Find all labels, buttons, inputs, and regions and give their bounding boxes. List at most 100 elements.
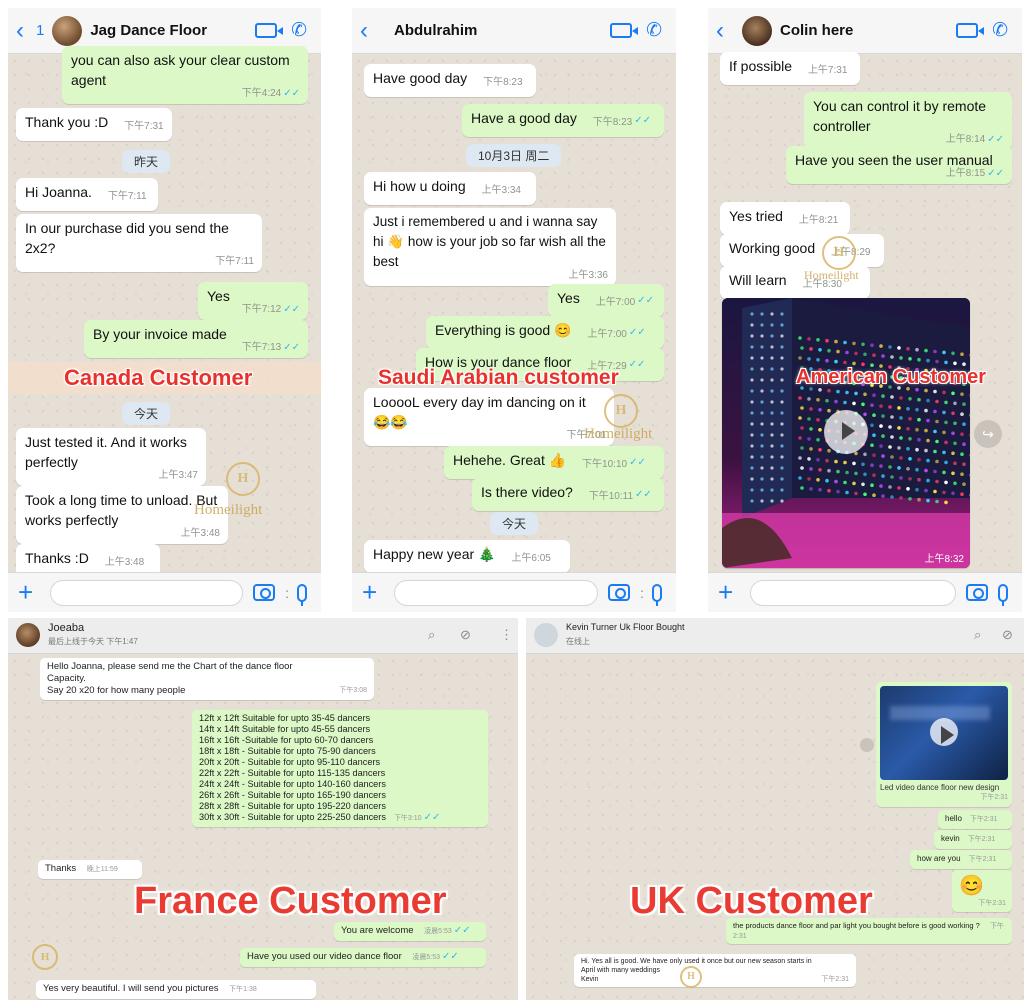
chat-panel-american: ‹ Colin here ✆ If possible 上午7:31 You ca… <box>708 8 1022 612</box>
led-dot <box>872 433 876 437</box>
more-menu-icon[interactable]: ⋮ <box>500 627 513 643</box>
customer-label: France Customer <box>134 880 447 922</box>
back-chevron-icon[interactable]: ‹ <box>716 17 734 45</box>
camera-icon[interactable] <box>966 584 988 601</box>
back-chevron-icon[interactable]: ‹ <box>360 17 378 45</box>
led-dot <box>960 352 964 356</box>
back-count[interactable]: 1 <box>36 22 44 39</box>
size-line: 18ft x 18ft - Suitable for upto 75-90 da… <box>199 746 376 756</box>
collage: ‹ 1 Jag Dance Floor ✆ you can also ask y… <box>0 0 1026 1000</box>
led-dot <box>962 462 966 466</box>
video-call-icon[interactable] <box>956 23 985 38</box>
input-bar: + : <box>8 572 321 612</box>
contact-name[interactable]: Abdulrahim <box>394 22 610 39</box>
message-out: By your invoice made 下午7:13 ✓✓ <box>84 320 308 358</box>
led-dot <box>917 477 921 482</box>
phone-call-icon[interactable]: ✆ <box>291 19 307 42</box>
forward-icon[interactable]: ↪ <box>974 420 1002 448</box>
phone-call-icon[interactable]: ✆ <box>646 19 662 42</box>
message-out: kevin 下午2:31 <box>934 830 1012 849</box>
contact-name[interactable]: Colin here <box>780 22 956 39</box>
microphone-icon[interactable] <box>652 583 662 606</box>
size-line: 24ft x 24ft - Suitable for upto 140-160 … <box>199 779 386 789</box>
led-dot <box>908 437 912 441</box>
play-button-icon[interactable] <box>824 410 868 454</box>
play-button-icon[interactable] <box>930 718 958 746</box>
back-chevron-icon[interactable]: ‹ <box>16 17 34 45</box>
led-dot <box>750 455 754 459</box>
avatar[interactable] <box>534 623 558 647</box>
video-message[interactable]: 上午8:32 <box>722 298 970 568</box>
message-text: Yes tried <box>729 208 783 224</box>
contact-name[interactable]: Jag Dance Floor <box>90 22 255 39</box>
led-dot <box>888 485 892 489</box>
message-out: Have you used our video dance floor 凌晨5:… <box>240 948 486 967</box>
chat-panel-france: Joeaba 最后上线于今天 下午1:47 ⌕ ⊘ ⋮ Hello Joanna… <box>8 618 518 1000</box>
message-time: 上午7:00 <box>595 297 636 308</box>
size-line: 22ft x 22ft - Suitable for upto 115-135 … <box>199 768 386 778</box>
read-ticks-icon: ✓✓ <box>283 88 300 99</box>
camera-icon[interactable] <box>253 584 276 601</box>
led-dot <box>915 467 919 472</box>
avatar[interactable] <box>52 15 83 46</box>
led-dot <box>888 445 892 449</box>
chat-panel-canada: ‹ 1 Jag Dance Floor ✆ you can also ask y… <box>8 8 321 612</box>
video-call-icon[interactable] <box>255 23 284 38</box>
read-ticks-icon: ✓✓ <box>442 951 459 962</box>
message-out: 😊 下午2:31 <box>952 870 1012 912</box>
led-dot <box>935 459 939 464</box>
message-time: 下午2:31 <box>969 816 998 823</box>
led-dot <box>798 356 802 360</box>
led-dot <box>935 499 939 504</box>
led-dot <box>780 389 784 393</box>
led-dot <box>836 349 840 354</box>
attach-icon[interactable]: ⊘ <box>1002 627 1013 643</box>
led-dot <box>770 411 774 415</box>
led-dot <box>870 343 874 347</box>
message-in: Thanks 晚上11:59 <box>38 860 142 879</box>
contact-name[interactable]: Joeaba <box>48 622 84 634</box>
read-ticks-icon: ✓✓ <box>637 295 654 306</box>
message-time: 下午8:23 <box>592 117 633 128</box>
message-text: the products dance floor and par light y… <box>733 921 980 930</box>
avatar[interactable] <box>742 15 772 46</box>
camera-icon[interactable] <box>608 584 631 601</box>
chat-header: Joeaba 最后上线于今天 下午1:47 ⌕ ⊘ ⋮ <box>8 618 518 654</box>
led-dot <box>933 349 937 354</box>
message-line: Capacity. <box>47 673 86 684</box>
led-dot <box>770 433 774 437</box>
message-input[interactable] <box>50 579 244 606</box>
message-out: Hehehe. Great 👍 下午10:10 ✓✓ <box>444 446 664 479</box>
led-dot <box>750 389 754 393</box>
search-icon[interactable]: ⌕ <box>974 627 981 643</box>
led-dot <box>760 477 764 481</box>
led-dot <box>760 455 764 459</box>
message-input[interactable] <box>750 579 956 606</box>
forward-icon[interactable] <box>860 738 874 752</box>
message-text: Thanks <box>45 863 77 874</box>
led-dot <box>809 407 813 411</box>
phone-call-icon[interactable]: ✆ <box>992 19 1008 42</box>
contact-name[interactable]: Kevin Turner Uk Floor Bought <box>566 622 685 632</box>
read-ticks-icon: ✓✓ <box>283 342 300 353</box>
attach-plus-icon[interactable]: + <box>718 577 740 608</box>
message-input[interactable] <box>394 579 599 606</box>
led-dot <box>770 422 774 426</box>
message-text: Took a long time to unload. But works pe… <box>25 492 218 528</box>
led-dot <box>944 500 948 505</box>
video-message[interactable]: Led video dance floor new design 下午2:31 <box>876 682 1012 807</box>
video-call-icon[interactable] <box>610 23 639 38</box>
led-dot <box>906 467 910 471</box>
message-out: Have a good day 下午8:23 ✓✓ <box>462 104 664 137</box>
search-icon[interactable]: ⌕ <box>428 627 435 643</box>
attach-plus-icon[interactable]: + <box>362 577 384 608</box>
attach-icon[interactable]: ⊘ <box>460 627 471 643</box>
microphone-icon[interactable] <box>998 583 1008 606</box>
led-dot <box>879 344 883 348</box>
led-dot <box>879 444 883 448</box>
avatar[interactable] <box>16 623 40 647</box>
attach-plus-icon[interactable]: + <box>18 577 40 608</box>
microphone-icon[interactable] <box>297 583 307 606</box>
led-dot <box>906 347 910 351</box>
led-dot <box>825 458 829 463</box>
